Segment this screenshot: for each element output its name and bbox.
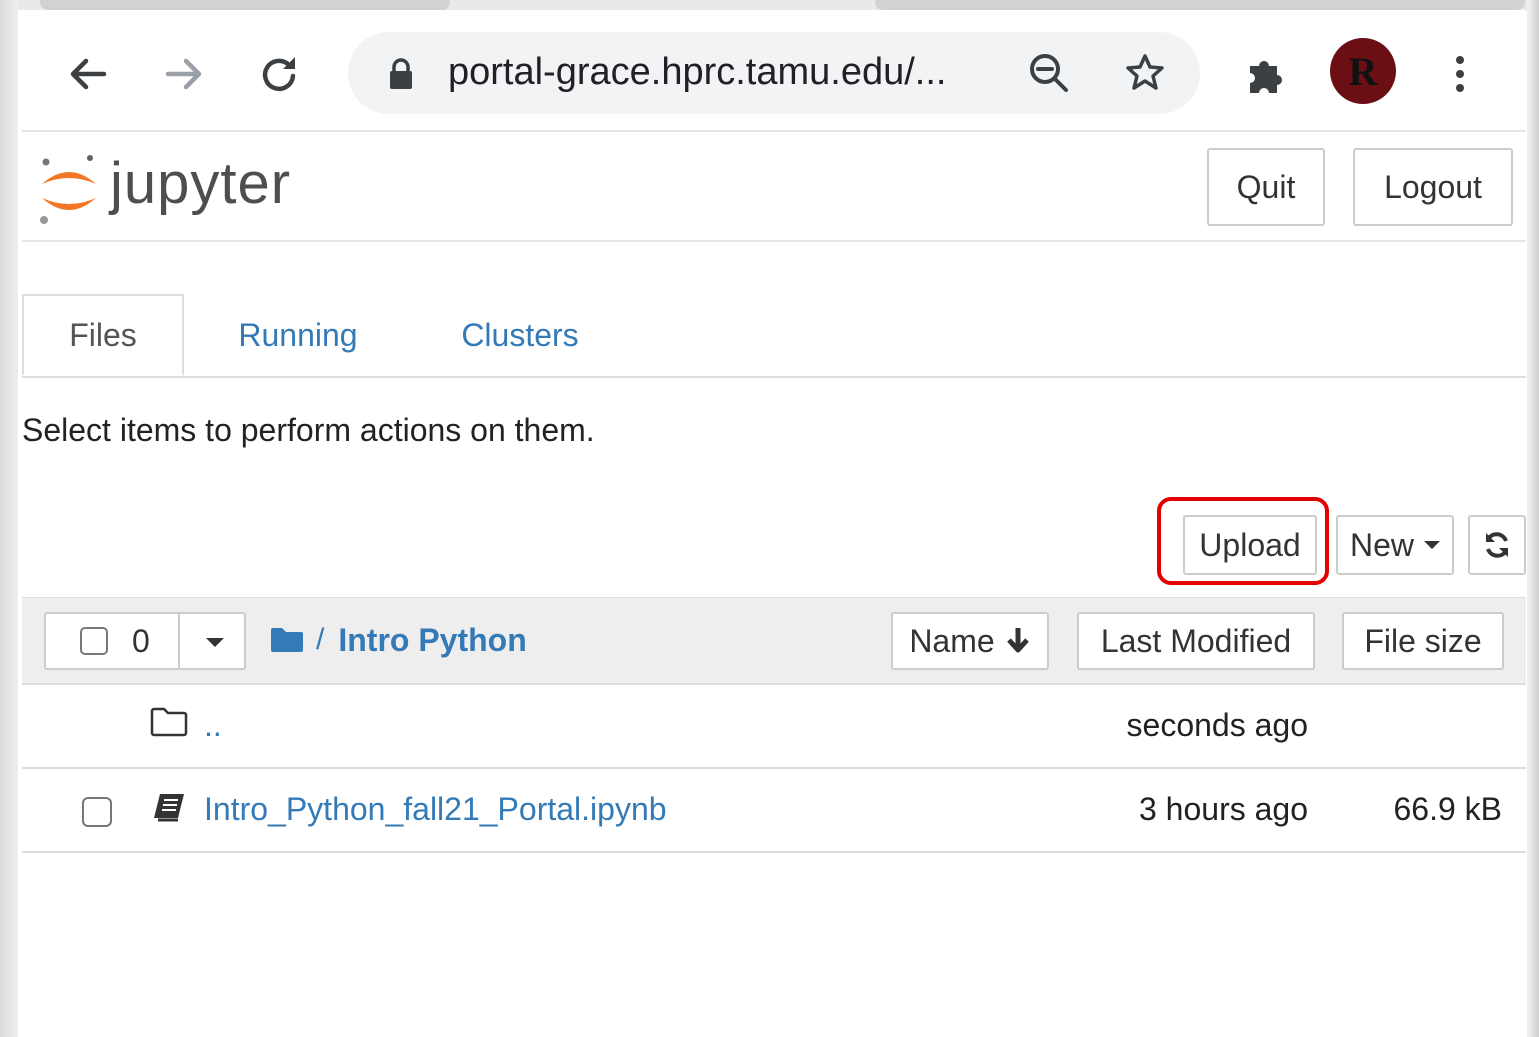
back-arrow-icon[interactable]: [66, 52, 110, 96]
file-list-header: 0 / Intro Python Name Last Modified File…: [22, 597, 1526, 685]
jupyter-logo-icon: [40, 155, 96, 224]
jupyter-logo[interactable]: jupyter: [36, 148, 336, 228]
window-frame-left: [0, 0, 18, 1037]
refresh-button[interactable]: [1468, 515, 1526, 575]
tab-bar: Files Running Clusters: [22, 294, 1526, 378]
last-modified-text: 3 hours ago: [1138, 791, 1308, 827]
forward-arrow-icon[interactable]: [162, 52, 206, 96]
window-frame-right: [1527, 0, 1539, 1037]
select-all-dropdown[interactable]: 0: [44, 612, 246, 670]
jupyter-logo-text: jupyter: [110, 151, 292, 216]
breadcrumb: / Intro Python: [270, 618, 527, 662]
folder-outline-icon: [150, 707, 188, 742]
jupyter-header: jupyter Quit Logout: [22, 132, 1526, 242]
breadcrumb-folder-link[interactable]: Intro Python: [338, 622, 526, 659]
profile-avatar[interactable]: R: [1330, 38, 1396, 104]
sort-name-button[interactable]: Name: [891, 612, 1049, 670]
folder-icon[interactable]: [270, 627, 304, 653]
list-item[interactable]: Intro_Python_fall21_Portal.ipynb 3 hours…: [22, 769, 1526, 853]
selection-hint: Select items to perform actions on them.: [22, 412, 595, 448]
kebab-menu-icon[interactable]: [1438, 52, 1482, 96]
list-item[interactable]: .. seconds ago: [22, 685, 1526, 769]
refresh-icon: [1486, 532, 1508, 558]
arrow-down-icon: [1006, 628, 1029, 653]
browser-toolbar: portal-grace.hprc.tamu.edu/... R: [22, 10, 1526, 132]
new-button-label: New: [1349, 526, 1414, 563]
upload-button[interactable]: Upload: [1183, 515, 1317, 575]
tab-running[interactable]: Running: [210, 294, 386, 376]
sort-last-modified-button[interactable]: Last Modified: [1077, 612, 1315, 670]
notebook-icon: [150, 791, 188, 828]
zoom-out-icon[interactable]: [1028, 52, 1070, 99]
select-all-checkbox[interactable]: [80, 627, 108, 655]
address-bar[interactable]: portal-grace.hprc.tamu.edu/...: [348, 32, 1200, 114]
browser-tab-edge: [875, 0, 1525, 10]
browser-tab-edge: [40, 0, 450, 10]
chevron-down-icon: [1424, 541, 1440, 549]
file-name-link[interactable]: ..: [204, 707, 222, 744]
avatar-letter: R: [1348, 48, 1378, 94]
reload-icon[interactable]: [258, 52, 302, 96]
selected-count: 0: [132, 623, 150, 659]
sort-file-size-button[interactable]: File size: [1342, 612, 1504, 670]
sort-name-label: Name: [909, 622, 995, 659]
caret-down-icon[interactable]: [206, 638, 224, 647]
file-name-link[interactable]: Intro_Python_fall21_Portal.ipynb: [204, 791, 667, 828]
extensions-puzzle-icon[interactable]: [1244, 52, 1288, 96]
bookmark-star-icon[interactable]: [1124, 52, 1166, 99]
file-size-text: 66.9 kB: [1393, 791, 1502, 827]
tab-files[interactable]: Files: [22, 294, 184, 376]
new-dropdown-button[interactable]: New: [1336, 515, 1454, 575]
window-frame-top: [0, 0, 1539, 10]
url-text[interactable]: portal-grace.hprc.tamu.edu/...: [448, 51, 946, 94]
select-divider: [178, 614, 180, 668]
quit-button[interactable]: Quit: [1207, 148, 1325, 226]
tab-clusters[interactable]: Clusters: [436, 294, 604, 376]
row-checkbox[interactable]: [82, 797, 112, 827]
logout-button[interactable]: Logout: [1353, 148, 1513, 226]
breadcrumb-separator: /: [316, 623, 325, 656]
lock-icon[interactable]: [388, 58, 414, 95]
last-modified-text: seconds ago: [1126, 707, 1308, 743]
